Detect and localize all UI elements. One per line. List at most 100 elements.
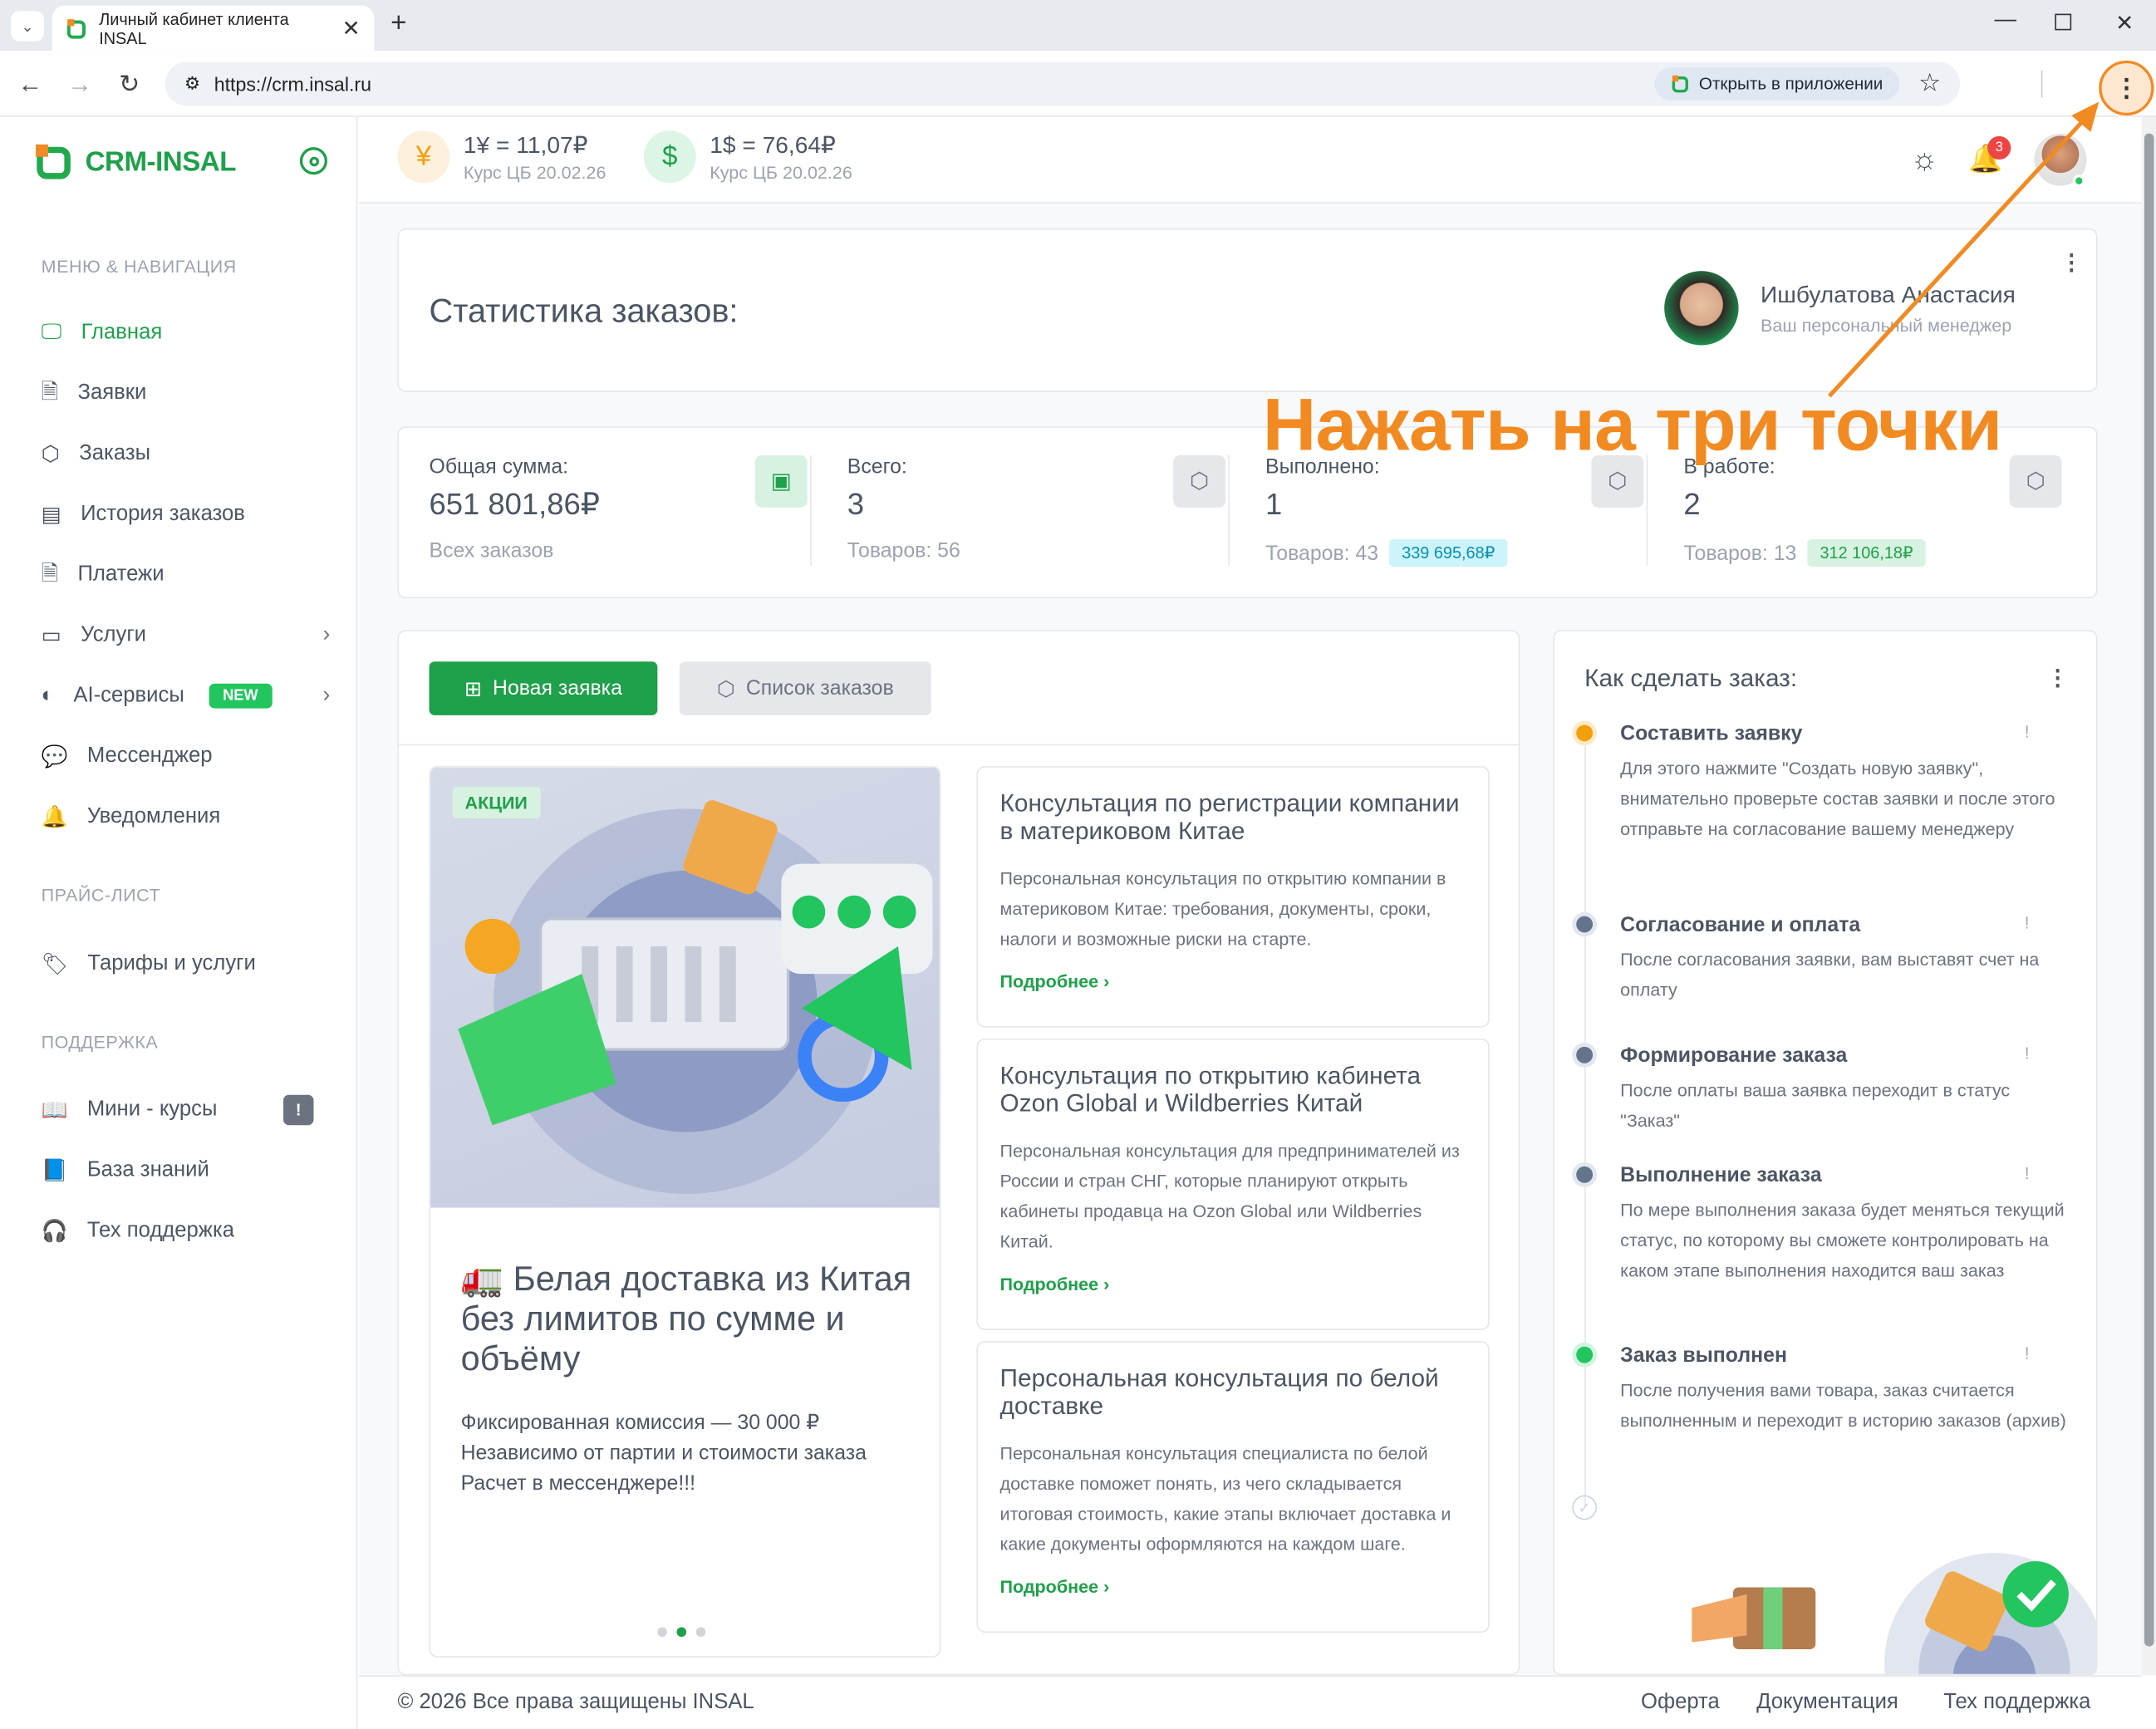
sidebar-item-requests[interactable]: 🗎 Заявки	[42, 376, 331, 411]
footer-link-offer[interactable]: Оферта	[1641, 1691, 1720, 1716]
alert-badge: !	[283, 1094, 314, 1126]
page-title: Статистика заказов:	[429, 292, 739, 331]
site-settings-icon[interactable]: ⚙	[184, 73, 200, 95]
sidebar-item-notifications[interactable]: 🔔 Уведомления	[42, 799, 331, 835]
step-title: Формирование заказа	[1620, 1044, 1848, 1068]
stat-value: 1	[1265, 487, 1283, 522]
stat-sub: Товаров: 56	[847, 538, 960, 563]
section-price-list: ПРАЙС-ЛИСТ	[41, 884, 161, 906]
minimize-icon[interactable]: —	[1994, 8, 2016, 33]
consultation-title: Консультация по открытию кабинета Ozon G…	[999, 1062, 1422, 1117]
yuan-rate-date: Курс ЦБ 20.02.26	[463, 161, 607, 183]
window-close-icon[interactable]: ✕	[2115, 10, 2134, 37]
carousel-dot[interactable]	[695, 1627, 706, 1638]
sidebar-item-services[interactable]: ▭ Услуги ›	[42, 617, 331, 653]
promo-text: Фиксированная комиссия — 30 000 ₽ Незави…	[461, 1408, 929, 1499]
step-text: После согласования заявки, вам выставят …	[1620, 949, 2040, 1000]
annotation-text: Нажать на три точки	[1262, 383, 2002, 467]
sidebar-item-messenger[interactable]: 💬 Мессенджер	[42, 739, 331, 774]
sidebar-item-mini-courses[interactable]: 📖 Мини - курсы!	[42, 1092, 331, 1127]
toolbar-divider	[2041, 70, 2043, 98]
card-kebab-icon[interactable]: ⋮	[2046, 665, 2068, 692]
monitor-icon: 🖵	[41, 320, 62, 344]
footer: © 2026 Все права защищены INSAL Оферта Д…	[359, 1675, 2142, 1729]
address-bar[interactable]: ⚙ https://crm.insal.ru Открыть в приложе…	[165, 61, 1961, 106]
sidebar-item-payments[interactable]: 🗎 Платежи	[42, 557, 331, 592]
plus-folder-icon: ⊞	[464, 677, 482, 701]
yuan-icon: ¥	[397, 130, 450, 184]
back-icon[interactable]: ←	[14, 67, 47, 101]
tab-list-button[interactable]: ⌄	[11, 11, 44, 42]
stat-sub: Товаров: 43	[1265, 541, 1379, 565]
consultation-card: Консультация по открытию кабинета Ozon G…	[976, 1038, 1490, 1330]
step-title: Согласование и оплата	[1620, 913, 1861, 937]
orders-list-button[interactable]: ⬡ Список заказов	[679, 661, 931, 715]
new-badge: NEW	[209, 683, 273, 709]
dollar-rate-value: 1$ = 76,64₽	[710, 131, 836, 158]
in-progress-sum-pill: 312 106,18₽	[1807, 538, 1926, 567]
insal-favicon	[66, 17, 87, 39]
open-in-app-label: Открыть в приложении	[1698, 74, 1883, 94]
carousel-dot[interactable]	[657, 1627, 667, 1638]
completed-sum-pill: 339 695,68₽	[1389, 538, 1508, 567]
content-card: ⊞ Новая заявка ⬡ Список заказов АКЦИИ 🚛 …	[397, 630, 1520, 1676]
consultation-card: Персональная консультация по белой доста…	[976, 1341, 1490, 1633]
maximize-icon[interactable]	[2055, 13, 2072, 31]
footer-link-docs[interactable]: Документация	[1756, 1691, 1898, 1716]
step-3: Формирование заказа После оплаты ваша за…	[1576, 1044, 2071, 1137]
new-request-button[interactable]: ⊞ Новая заявка	[429, 661, 658, 715]
reload-icon[interactable]: ↻	[113, 67, 146, 101]
sidebar-item-label: Мессенджер	[86, 744, 213, 768]
sidebar-item-label: Услуги	[81, 622, 147, 647]
carousel-dots[interactable]	[657, 1627, 706, 1638]
more-link[interactable]: Подробнее ›	[1000, 971, 1466, 992]
brand-logo[interactable]: CRM-INSAL	[33, 142, 236, 184]
sidebar-item-orders[interactable]: ⬡ Заказы	[42, 436, 331, 472]
sidebar-item-label: Заявки	[77, 381, 147, 405]
sidebar-item-tariffs[interactable]: 🏷 Тарифы и услуги	[42, 946, 331, 982]
scrollbar-thumb[interactable]	[2144, 133, 2154, 1647]
step-dot	[1576, 1166, 1594, 1183]
sidebar-item-home[interactable]: 🖵 Главная	[42, 315, 331, 351]
sidebar-item-tech-support[interactable]: 🎧 Тех поддержка	[42, 1213, 331, 1249]
step-text: По мере выполнения заказа будет меняться…	[1620, 1199, 2065, 1281]
footer-link-support[interactable]: Тех поддержка	[1943, 1691, 2090, 1716]
stat-value: 651 801,86₽	[429, 487, 600, 522]
book-open-icon: 📘	[41, 1158, 68, 1182]
sidebar-item-label: История заказов	[81, 502, 245, 526]
promo-badge: АКЦИИ	[452, 786, 540, 819]
info-icon: !	[2024, 1044, 2030, 1063]
box-icon: ⬡	[41, 442, 61, 466]
step-dot	[1576, 916, 1594, 933]
sidebar-item-knowledge-base[interactable]: 📘 База знаний	[42, 1152, 331, 1188]
carousel-dot-active[interactable]	[676, 1627, 687, 1638]
stat-value: 3	[847, 487, 865, 522]
sidebar-item-label: Уведомления	[86, 804, 221, 828]
chevron-right-icon: ›	[1103, 1576, 1110, 1598]
tab-close-icon[interactable]: ✕	[342, 14, 361, 42]
archive-icon: ▤	[41, 503, 61, 527]
window-icon: ▭	[41, 623, 61, 647]
more-link[interactable]: Подробнее ›	[1000, 1576, 1466, 1597]
more-link[interactable]: Подробнее ›	[1000, 1274, 1466, 1294]
sidebar-item-label: Мини - курсы	[86, 1098, 218, 1122]
sidebar-item-label: AI-сервисы	[73, 683, 184, 707]
sidebar-item-order-history[interactable]: ▤ История заказов	[42, 497, 331, 533]
scrollbar-track[interactable]	[2141, 116, 2156, 1676]
insal-logo-icon	[36, 144, 71, 179]
promo-line: Независимо от партии и стоимости заказа	[460, 1441, 867, 1466]
browser-tab[interactable]: Личный кабинет клиента INSAL ✕	[52, 5, 375, 52]
box-icon: ⬡	[2009, 454, 2062, 508]
step-title: Заказ выполнен	[1620, 1343, 1787, 1368]
sidebar-toggle-icon[interactable]	[299, 147, 328, 175]
forward-icon[interactable]: →	[63, 67, 96, 101]
sidebar-item-ai-services[interactable]: ◐ AI-сервисы NEW ›	[42, 678, 330, 714]
chat-icon: 💬	[41, 744, 68, 769]
bookmark-star-icon[interactable]: ☆	[1918, 69, 1941, 98]
how-to-order-card: Как сделать заказ: ⋮ Составить заявку Дл…	[1553, 630, 2098, 1676]
new-tab-icon[interactable]: +	[390, 8, 406, 40]
sidebar-item-label: Тех поддержка	[86, 1218, 235, 1242]
promo-card[interactable]: АКЦИИ 🚛 Белая доставка из Китая без лими…	[429, 766, 941, 1658]
info-icon: !	[2024, 1163, 2030, 1183]
chevron-right-icon: ›	[1103, 970, 1110, 992]
